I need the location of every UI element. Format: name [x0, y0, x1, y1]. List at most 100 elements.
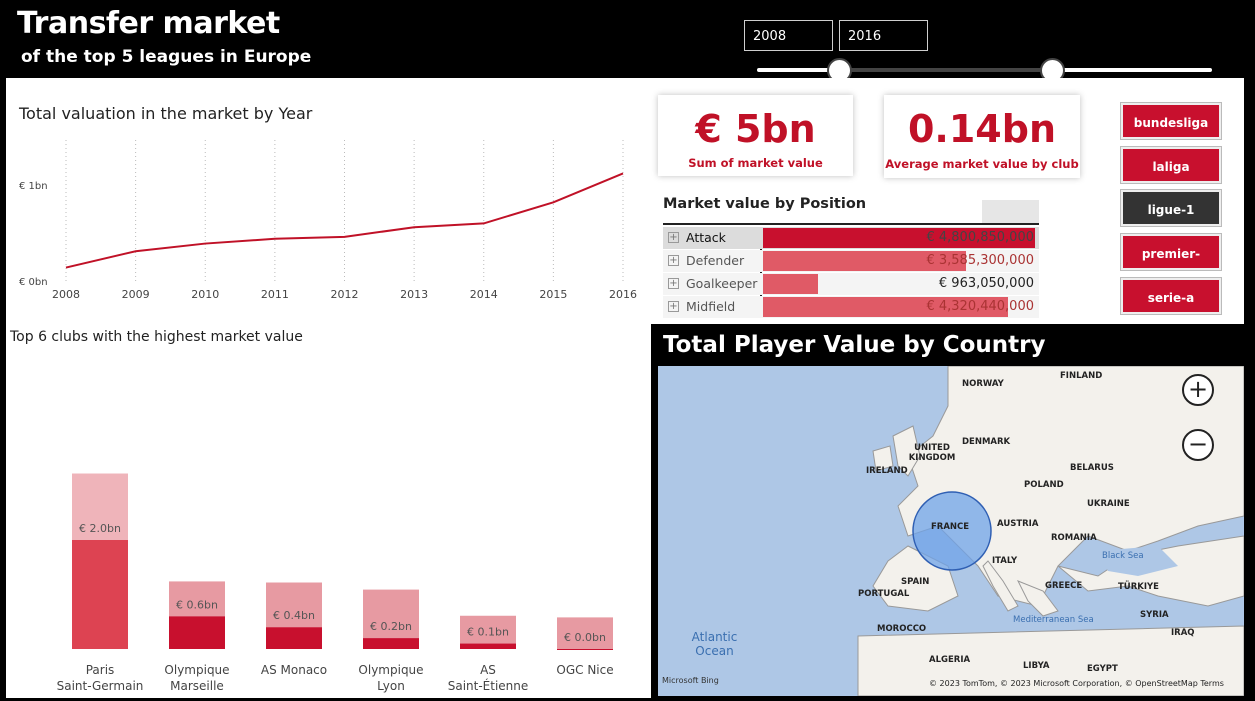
map-label: SPAIN — [901, 577, 930, 587]
map-label: DENMARK — [962, 437, 1011, 447]
bar-data-label: € 0.0bn — [564, 631, 606, 644]
map-label: IRAQ — [1171, 628, 1195, 638]
bar-category-label: Saint-Étienne — [448, 678, 529, 693]
position-value: € 963,050,000 — [938, 276, 1034, 291]
map-label: ITALY — [992, 556, 1018, 566]
sum-kpi-card: € 5bn Sum of market value — [658, 95, 853, 176]
map-label: UKRAINE — [1087, 499, 1130, 509]
bing-logo: Microsoft Bing — [662, 676, 719, 685]
bar-chart: Top 6 clubs with the highest market valu… — [9, 329, 614, 693]
line-chart-x-tick: 2011 — [261, 288, 289, 301]
position-row[interactable]: + Goalkeeper € 963,050,000 — [663, 273, 1039, 295]
line-chart-y-tick: € 0bn — [19, 277, 48, 288]
line-chart-x-tick: 2016 — [609, 288, 637, 301]
map-label: AUSTRIA — [997, 519, 1039, 529]
position-value-bar — [763, 274, 818, 294]
map-label: UNITED KINGDOM — [908, 443, 956, 463]
sum-kpi-label: Sum of market value — [688, 156, 823, 170]
bar-data-label: € 0.2bn — [370, 620, 412, 633]
map-title: Total Player Value by Country — [663, 332, 1046, 358]
bar-category-label: Saint-Germain — [57, 679, 144, 693]
map-label: Mediterranean Sea — [1013, 615, 1094, 625]
year-slider-range — [839, 68, 1052, 72]
position-row[interactable]: + Midfield € 4,320,440,000 — [663, 296, 1039, 318]
line-chart-x-tick: 2009 — [122, 288, 150, 301]
map-label: POLAND — [1024, 480, 1064, 490]
expand-plus-icon[interactable]: + — [668, 278, 679, 289]
map-label: MOROCCO — [877, 624, 927, 634]
bar-lower-segment[interactable] — [72, 540, 128, 649]
position-label: Midfield — [686, 299, 736, 314]
sum-kpi-value: € 5bn — [695, 107, 816, 151]
bar-category-label: Lyon — [377, 679, 405, 693]
bar-lower-segment[interactable] — [363, 638, 419, 649]
expand-plus-icon[interactable]: + — [668, 255, 679, 266]
line-chart: Total valuation in the market by Year 200… — [18, 104, 637, 301]
map-label: EGYPT — [1087, 664, 1118, 674]
map-label: BELARUS — [1070, 463, 1114, 473]
line-chart-x-tick: 2010 — [191, 288, 219, 301]
map-label: PORTUGAL — [858, 589, 910, 599]
map-attribution[interactable]: © 2023 TomTom, © 2023 Microsoft Corporat… — [929, 679, 1224, 688]
bar-category-label: Paris — [86, 663, 115, 677]
line-chart-y-tick: € 1bn — [19, 181, 48, 192]
bar-chart-panel: Top 6 clubs with the highest market valu… — [6, 318, 651, 698]
line-chart-panel: Total valuation in the market by Year 200… — [6, 78, 651, 318]
bar-lower-segment[interactable] — [266, 627, 322, 649]
line-chart-title: Total valuation in the market by Year — [18, 104, 313, 123]
map-label: ALGERIA — [929, 655, 971, 665]
bar-category-label: Marseille — [170, 679, 224, 693]
bar-chart-title: Top 6 clubs with the highest market valu… — [9, 329, 303, 345]
league-button-serie-a[interactable]: serie-a — [1120, 277, 1222, 315]
expand-plus-icon[interactable]: + — [668, 232, 679, 243]
league-button-ligue-1[interactable]: ligue-1 — [1120, 189, 1222, 227]
avg-kpi-card: 0.14bn Average market value by club — [884, 95, 1080, 178]
position-value: € 4,320,440,000 — [926, 299, 1034, 314]
avg-kpi-label: Average market value by club — [885, 157, 1079, 171]
position-value: € 3,585,300,000 — [926, 253, 1034, 268]
avg-kpi-value: 0.14bn — [907, 107, 1056, 151]
bar-category-label: AS — [480, 663, 496, 677]
line-chart-x-tick: 2008 — [52, 288, 80, 301]
map-label: FRANCE — [931, 522, 970, 532]
league-button-bundesliga[interactable]: bundesliga — [1120, 102, 1222, 140]
map-label: NORWAY — [962, 379, 1004, 389]
page-subtitle: of the top 5 leagues in Europe — [21, 47, 312, 67]
line-chart-x-tick: 2013 — [400, 288, 428, 301]
year-from-input[interactable]: 2008 — [744, 20, 833, 51]
position-label: Goalkeeper — [686, 276, 758, 291]
map-label: SYRIA — [1140, 610, 1169, 620]
map-label: FINLAND — [1060, 371, 1103, 381]
bar-lower-segment[interactable] — [460, 643, 516, 649]
line-chart-x-tick: 2015 — [539, 288, 567, 301]
position-label: Defender — [686, 253, 745, 268]
year-to-input[interactable]: 2016 — [839, 20, 928, 51]
map-label: Atlantic Ocean — [691, 630, 738, 658]
league-button-laliga[interactable]: laliga — [1120, 146, 1222, 184]
league-button-premier-league[interactable]: premier-league — [1120, 233, 1222, 297]
bar-data-label: € 0.4bn — [273, 609, 315, 622]
map-label: LIBYA — [1023, 661, 1050, 671]
map-label: IRELAND — [866, 466, 908, 476]
zoom-in-icon[interactable]: + — [1182, 374, 1214, 406]
bar-category-label: Olympique — [164, 663, 229, 677]
bar-category-label: Olympique — [358, 663, 423, 677]
bar-lower-segment[interactable] — [169, 616, 225, 649]
expand-plus-icon[interactable]: + — [668, 301, 679, 312]
bar-data-label: € 2.0bn — [79, 522, 121, 535]
map-label: TÜRKIYE — [1118, 582, 1159, 592]
map-label: GREECE — [1045, 581, 1083, 591]
bar-data-label: € 0.1bn — [467, 626, 509, 639]
line-chart-x-tick: 2012 — [331, 288, 359, 301]
zoom-out-icon[interactable]: − — [1182, 429, 1214, 461]
position-row[interactable]: + Attack € 4,800,850,000 — [663, 227, 1039, 249]
map-label: Black Sea — [1102, 551, 1144, 561]
position-table-header-cell — [982, 200, 1039, 224]
position-table-header-divider — [663, 223, 1039, 225]
bar-category-label: AS Monaco — [261, 663, 327, 677]
position-row[interactable]: + Defender € 3,585,300,000 — [663, 250, 1039, 272]
position-table-title: Market value by Position — [663, 196, 867, 212]
line-chart-x-tick: 2014 — [470, 288, 498, 301]
bar-lower-segment[interactable] — [557, 649, 613, 650]
bar-data-label: € 0.6bn — [176, 598, 218, 611]
